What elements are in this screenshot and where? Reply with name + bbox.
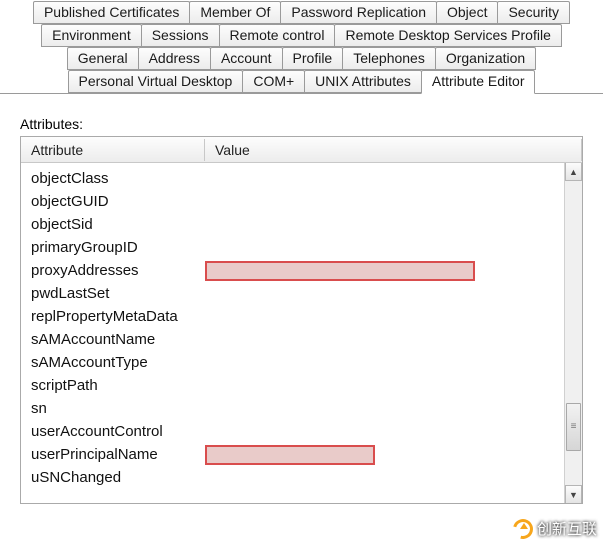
attr-cell: replPropertyMetaData [31,308,205,325]
table-row[interactable]: primaryGroupID [31,236,582,259]
value-cell [205,330,582,350]
table-row[interactable]: objectSid [31,213,582,236]
attr-cell: sn [31,400,205,417]
value-cell [205,169,582,189]
redacted-value [205,445,375,465]
column-header-value[interactable]: Value [205,139,582,161]
table-row[interactable]: sAMAccountName [31,328,582,351]
tab-personal-virtual-desktop[interactable]: Personal Virtual Desktop [68,70,244,93]
tab-general[interactable]: General [67,47,139,70]
value-cell [205,238,582,258]
scroll-up-button[interactable]: ▲ [565,163,582,181]
attr-cell: objectSid [31,216,205,233]
table-row[interactable]: sn [31,397,582,420]
tab-profile[interactable]: Profile [282,47,344,70]
table-row[interactable]: objectClass [31,167,582,190]
tab-environment[interactable]: Environment [41,24,142,47]
tab-remote-desktop-services-profile[interactable]: Remote Desktop Services Profile [334,24,561,47]
watermark-icon [513,519,533,539]
value-cell [205,399,582,419]
tab-attribute-editor[interactable]: Attribute Editor [421,70,536,94]
attr-cell: userAccountControl [31,423,205,440]
table-row[interactable]: objectGUID [31,190,582,213]
watermark-text: 创新互联 [537,518,597,539]
tab-member-of[interactable]: Member Of [189,1,281,24]
value-cell [205,261,582,281]
attr-cell: sAMAccountType [31,354,205,371]
tab-unix-attributes[interactable]: UNIX Attributes [304,70,422,93]
table-row[interactable]: proxyAddresses [31,259,582,282]
table-row[interactable]: replPropertyMetaData [31,305,582,328]
attr-cell: pwdLastSet [31,285,205,302]
column-header-attribute[interactable]: Attribute [21,139,205,161]
attr-cell: userPrincipalName [31,446,205,463]
tab-sessions[interactable]: Sessions [141,24,220,47]
value-cell [205,422,582,442]
vertical-scrollbar[interactable]: ▲ ▼ [564,163,582,503]
value-cell [205,353,582,373]
value-cell [205,192,582,212]
value-cell [205,215,582,235]
tab-remote-control[interactable]: Remote control [219,24,336,47]
attr-cell: objectGUID [31,193,205,210]
table-row[interactable]: userPrincipalName [31,443,582,466]
attributes-list: Attribute Value objectClassobjectGUIDobj… [20,136,583,504]
table-row[interactable]: userAccountControl [31,420,582,443]
list-body: objectClass objectGUID objectSid primaryGro… [21,163,582,503]
value-cell [205,284,582,304]
content-area: Attributes: Attribute Value objectClasso… [0,94,603,504]
tab-row-3: Personal Virtual Desktop COM+ UNIX Attri… [0,70,603,94]
attr-cell: uSNChanged [31,469,205,486]
table-row[interactable]: sAMAccountType [31,351,582,374]
tab-account[interactable]: Account [210,47,283,70]
attr-cell: objectClass [31,170,205,187]
attr-cell: primaryGroupID [31,239,205,256]
tab-row-1: Environment Sessions Remote control Remo… [0,24,603,47]
attr-cell: proxyAddresses [31,262,205,279]
scroll-thumb[interactable] [566,403,581,451]
tab-security[interactable]: Security [497,1,570,24]
value-cell [205,307,582,327]
tab-organization[interactable]: Organization [435,47,536,70]
value-cell [205,376,582,396]
tab-object[interactable]: Object [436,1,498,24]
table-row[interactable]: uSNChanged [31,466,582,489]
tab-published-certificates[interactable]: Published Certificates [33,1,190,24]
value-cell [205,445,582,465]
tab-address[interactable]: Address [138,47,211,70]
tab-password-replication[interactable]: Password Replication [280,1,437,24]
table-row[interactable]: scriptPath [31,374,582,397]
attr-cell: sAMAccountName [31,331,205,348]
tab-telephones[interactable]: Telephones [342,47,436,70]
tab-com-plus[interactable]: COM+ [242,70,305,93]
table-row[interactable]: pwdLastSet [31,282,582,305]
scroll-down-button[interactable]: ▼ [565,485,582,503]
redacted-value [205,261,475,281]
attributes-label: Attributes: [20,116,583,132]
watermark: 创新互联 [513,518,597,539]
tab-row-0: Published Certificates Member Of Passwor… [0,1,603,24]
tab-bar: Published Certificates Member Of Passwor… [0,0,603,94]
tab-row-2: General Address Account Profile Telephon… [0,47,603,70]
list-header: Attribute Value [21,137,582,163]
attr-cell: scriptPath [31,377,205,394]
value-cell [205,468,582,488]
